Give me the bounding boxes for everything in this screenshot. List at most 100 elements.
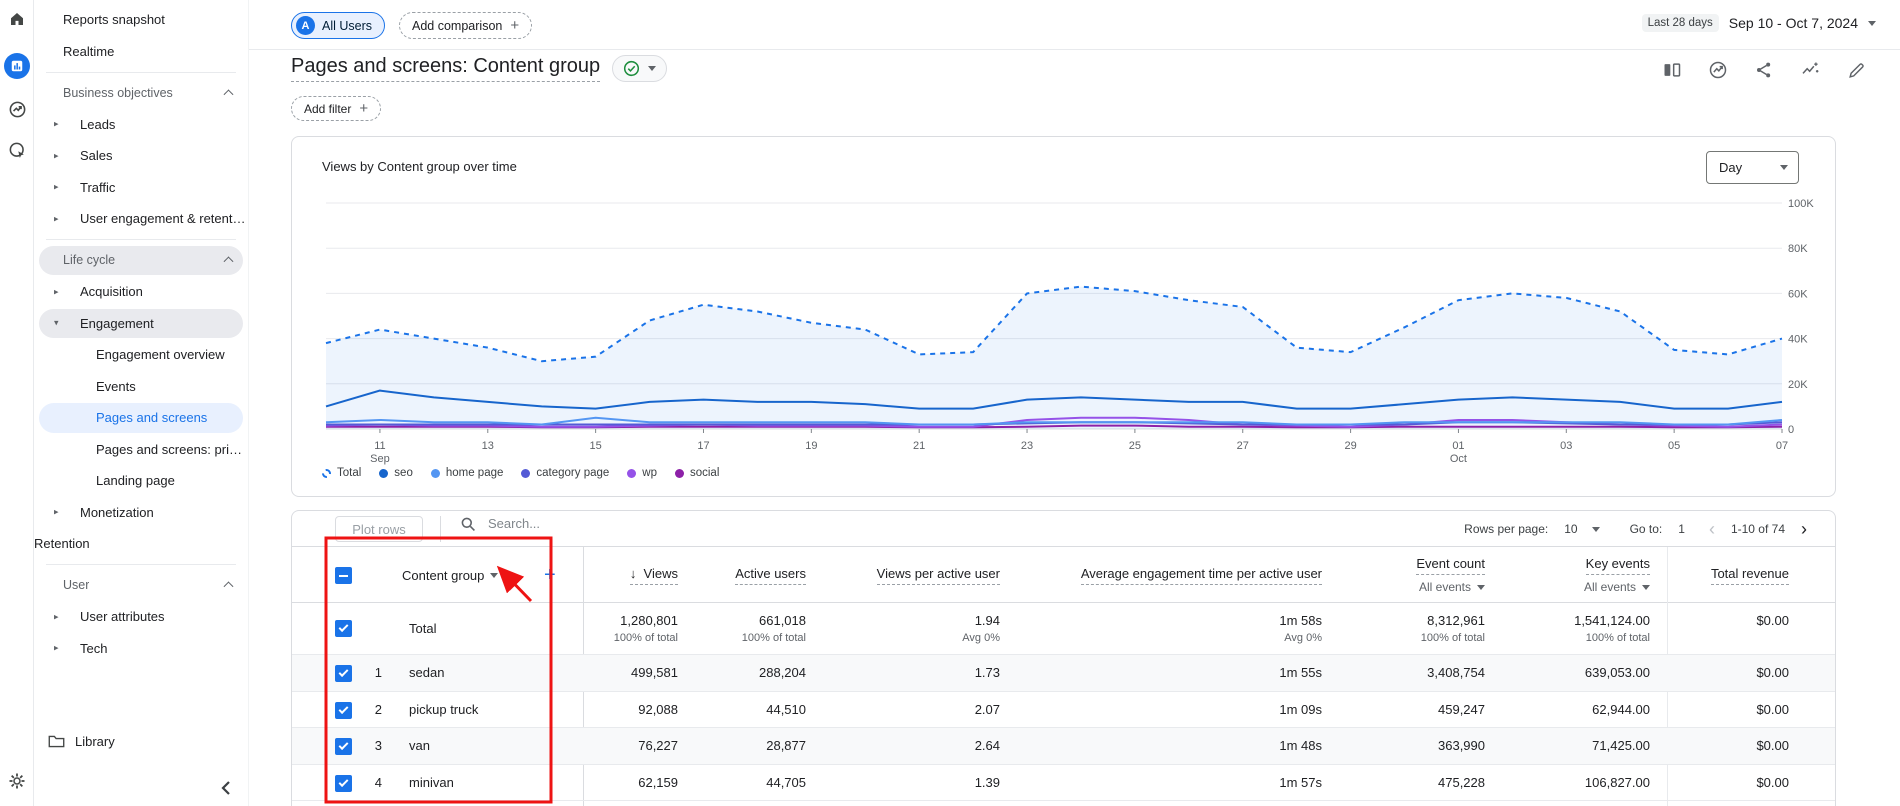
metric-filter-select[interactable]: All events xyxy=(1419,580,1485,594)
settings-gear-icon[interactable] xyxy=(0,772,34,790)
dimension-header[interactable]: Content group xyxy=(402,547,498,603)
filter-row: Add filter + xyxy=(291,96,381,121)
column-header-average-engagement-time-per-active-user[interactable]: Average engagement time per active user xyxy=(1081,547,1322,603)
chevron-collapsed-icon[interactable]: ▸ xyxy=(54,286,59,297)
sidebar-item-engagement-overview[interactable]: Engagement overview xyxy=(34,339,248,371)
sidebar-item-business-objectives[interactable]: Business objectives xyxy=(34,77,248,109)
sidebar-item-tech[interactable]: ▸ Tech xyxy=(34,633,248,665)
rows-per-page-select[interactable]: 10 xyxy=(1564,522,1599,536)
svg-text:Oct: Oct xyxy=(1450,453,1467,465)
svg-text:21: 21 xyxy=(913,440,925,452)
svg-text:100K: 100K xyxy=(1788,198,1814,210)
explore-icon[interactable] xyxy=(0,141,34,160)
table-row-pickup-truck[interactable]: 2pickup truck92,08844,5102.071m 09s459,2… xyxy=(292,692,1835,729)
legend-marker xyxy=(431,469,440,478)
sidebar-item-sales[interactable]: ▸ Sales xyxy=(34,140,248,172)
collapse-sidebar-icon[interactable] xyxy=(220,780,234,799)
chevron-collapsed-icon[interactable]: ▸ xyxy=(54,213,59,224)
sidebar-item-landing-page[interactable]: Landing page xyxy=(34,465,248,497)
sidebar-item-pages-and-screens-primar[interactable]: Pages and screens: primar... xyxy=(34,434,248,466)
insights-sparkline-icon[interactable] xyxy=(1800,60,1821,80)
item-label: Tech xyxy=(80,641,107,656)
sidebar-item-traffic[interactable]: ▸Traffic xyxy=(34,172,248,204)
metric-filter-select[interactable]: All events xyxy=(1584,580,1650,594)
insights-circle-icon[interactable] xyxy=(1708,60,1728,80)
plot-rows-button[interactable]: Plot rows xyxy=(335,516,423,542)
green-check-circle-icon xyxy=(623,60,640,77)
legend-item-wp[interactable]: wp xyxy=(627,467,657,479)
prev-page-icon[interactable]: ‹ xyxy=(1709,520,1715,538)
column-header-total-revenue[interactable]: Total revenue xyxy=(1711,547,1789,603)
sidebar-item-realtime[interactable]: Realtime xyxy=(34,36,248,68)
legend-item-total[interactable]: Total xyxy=(322,467,361,479)
home-icon[interactable] xyxy=(0,10,34,28)
item-label: Life cycle xyxy=(63,253,115,267)
sidebar-item-acquisition[interactable]: ▸Acquisition xyxy=(34,276,248,308)
advertising-icon[interactable] xyxy=(0,100,34,119)
sidebar-divider xyxy=(46,72,236,73)
row-checkbox[interactable] xyxy=(335,775,352,792)
report-nav-sidebar: Reports snapshotRealtime Business objecti… xyxy=(34,0,249,806)
add-dimension-button[interactable]: + xyxy=(544,547,556,603)
table-row-sedan[interactable]: 1sedan499,581288,2041.731m 55s3,408,7546… xyxy=(292,655,1835,692)
next-page-icon[interactable]: › xyxy=(1801,520,1807,538)
row-cell: 288,204 xyxy=(759,655,806,691)
sidebar-item-monetization[interactable]: ▸Monetization xyxy=(34,497,248,529)
sidebar-item-events[interactable]: Events xyxy=(34,371,248,403)
row-checkbox[interactable] xyxy=(335,620,352,637)
add-filter-button[interactable]: Add filter + xyxy=(291,96,381,121)
item-label: User attributes xyxy=(80,609,165,624)
column-header-event-count[interactable]: Event countAll events xyxy=(1416,547,1485,603)
go-to-input[interactable]: 1 xyxy=(1678,522,1685,536)
legend-item-home-page[interactable]: home page xyxy=(431,467,504,479)
table-row-minivan[interactable]: 4minivan62,15944,7051.391m 57s475,228106… xyxy=(292,765,1835,802)
all-users-segment-pill[interactable]: A All Users xyxy=(291,12,385,39)
share-icon[interactable] xyxy=(1754,60,1774,80)
select-all-checkbox[interactable] xyxy=(335,567,352,584)
row-checkbox[interactable] xyxy=(335,665,352,682)
column-header-views-per-active-user[interactable]: Views per active user xyxy=(877,547,1000,603)
chevron-collapsed-icon[interactable]: ▸ xyxy=(54,643,59,654)
chevron-up-icon[interactable] xyxy=(224,582,234,592)
row-checkbox[interactable] xyxy=(335,738,352,755)
row-checkbox[interactable] xyxy=(335,702,352,719)
chevron-collapsed-icon[interactable]: ▸ xyxy=(54,119,59,130)
sidebar-item-user-engagement-retention[interactable]: ▸User engagement & retention xyxy=(34,203,248,235)
column-header-key-events[interactable]: Key eventsAll events xyxy=(1584,547,1650,603)
column-header-views[interactable]: ↓ Views xyxy=(630,547,678,603)
add-comparison-button[interactable]: Add comparison + xyxy=(399,12,532,39)
compare-reports-icon[interactable] xyxy=(1662,60,1682,80)
sidebar-item-retention[interactable]: Retention xyxy=(34,528,248,560)
sidebar-item-user[interactable]: User xyxy=(34,570,248,602)
legend-item-social[interactable]: social xyxy=(675,467,719,479)
chevron-collapsed-icon[interactable]: ▸ xyxy=(54,611,59,622)
report-toolbar xyxy=(1662,60,1866,80)
report-status-badge[interactable] xyxy=(612,55,667,82)
legend-marker xyxy=(322,469,331,478)
svg-text:20K: 20K xyxy=(1788,379,1808,391)
sidebar-item-pages-and-screens[interactable]: Pages and screens xyxy=(34,402,248,434)
sidebar-item-leads[interactable]: ▸Leads xyxy=(34,109,248,141)
date-range-picker[interactable]: Last 28 days Sep 10 - Oct 7, 2024 xyxy=(1642,14,1876,32)
chevron-collapsed-icon[interactable]: ▸ xyxy=(54,182,59,193)
table-row-van[interactable]: 3van76,22728,8772.641m 48s363,99071,425.… xyxy=(292,728,1835,765)
reports-icon[interactable] xyxy=(0,53,34,79)
legend-item-category-page[interactable]: category page xyxy=(521,467,609,479)
chevron-collapsed-icon[interactable]: ▸ xyxy=(54,150,59,161)
legend-item-seo[interactable]: seo xyxy=(379,467,413,479)
row-cell: 44,705 xyxy=(766,765,806,801)
customize-report-pencil-icon[interactable] xyxy=(1847,61,1866,80)
sidebar-item-life-cycle[interactable]: Life cycle xyxy=(34,245,248,277)
sidebar-item-engagement[interactable]: ▾Engagement xyxy=(34,308,248,340)
svg-text:80K: 80K xyxy=(1788,243,1808,255)
chevron-up-icon[interactable] xyxy=(224,89,234,99)
chevron-collapsed-icon[interactable]: ▸ xyxy=(54,507,59,518)
item-label: Sales xyxy=(80,148,113,163)
column-header-active-users[interactable]: Active users xyxy=(735,547,806,603)
sidebar-item-library[interactable]: Library xyxy=(34,726,249,757)
chevron-expanded-icon[interactable]: ▾ xyxy=(54,318,59,329)
search-input[interactable] xyxy=(486,515,686,532)
sidebar-item-user-attributes[interactable]: ▸ User attributes xyxy=(34,601,248,633)
sidebar-item-reports-snapshot[interactable]: Reports snapshot xyxy=(34,4,248,36)
sidebar-divider xyxy=(46,239,236,240)
